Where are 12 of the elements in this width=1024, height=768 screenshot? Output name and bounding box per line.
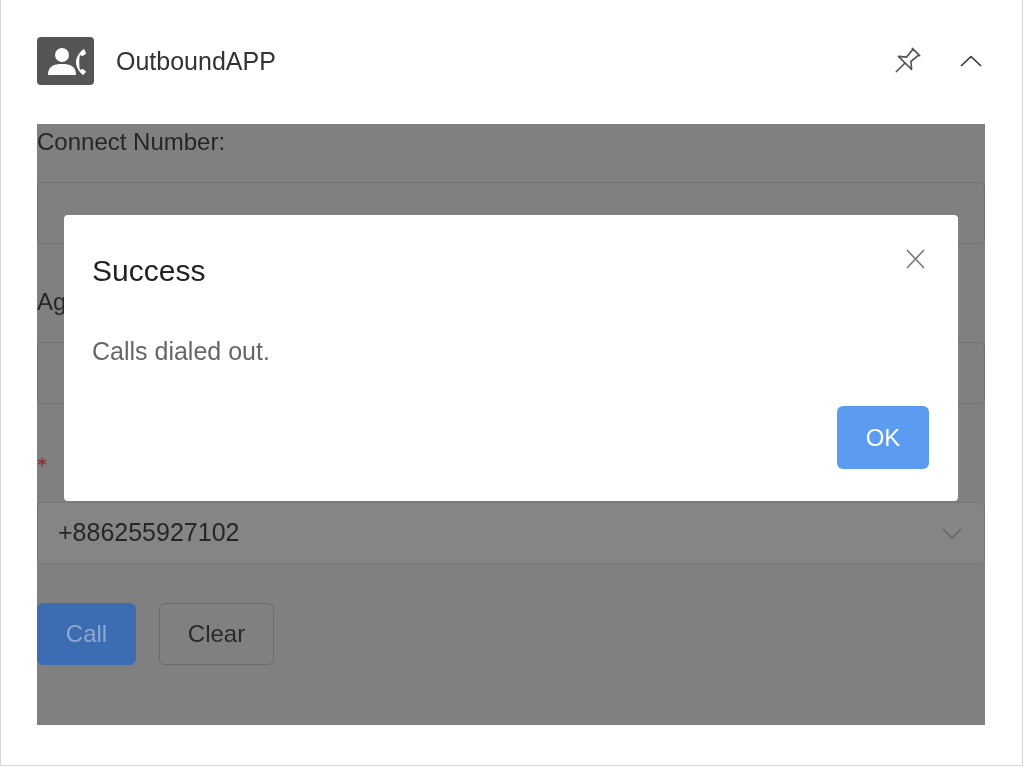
close-icon[interactable] (906, 249, 925, 269)
clear-button[interactable]: Clear (159, 603, 274, 665)
contact-phone-icon (37, 37, 94, 85)
dialog-message: Calls dialed out. (92, 336, 271, 366)
app-title: OutboundAPP (116, 46, 276, 76)
ok-button[interactable]: OK (837, 406, 929, 469)
select-field[interactable]: +886255927102 (37, 502, 985, 564)
call-button[interactable]: Call (37, 603, 136, 665)
field-label: Connect Number: (37, 127, 226, 157)
chevron-down-icon (942, 527, 962, 539)
chevron-up-icon[interactable] (960, 55, 982, 67)
dialog-title: Success (92, 253, 206, 289)
